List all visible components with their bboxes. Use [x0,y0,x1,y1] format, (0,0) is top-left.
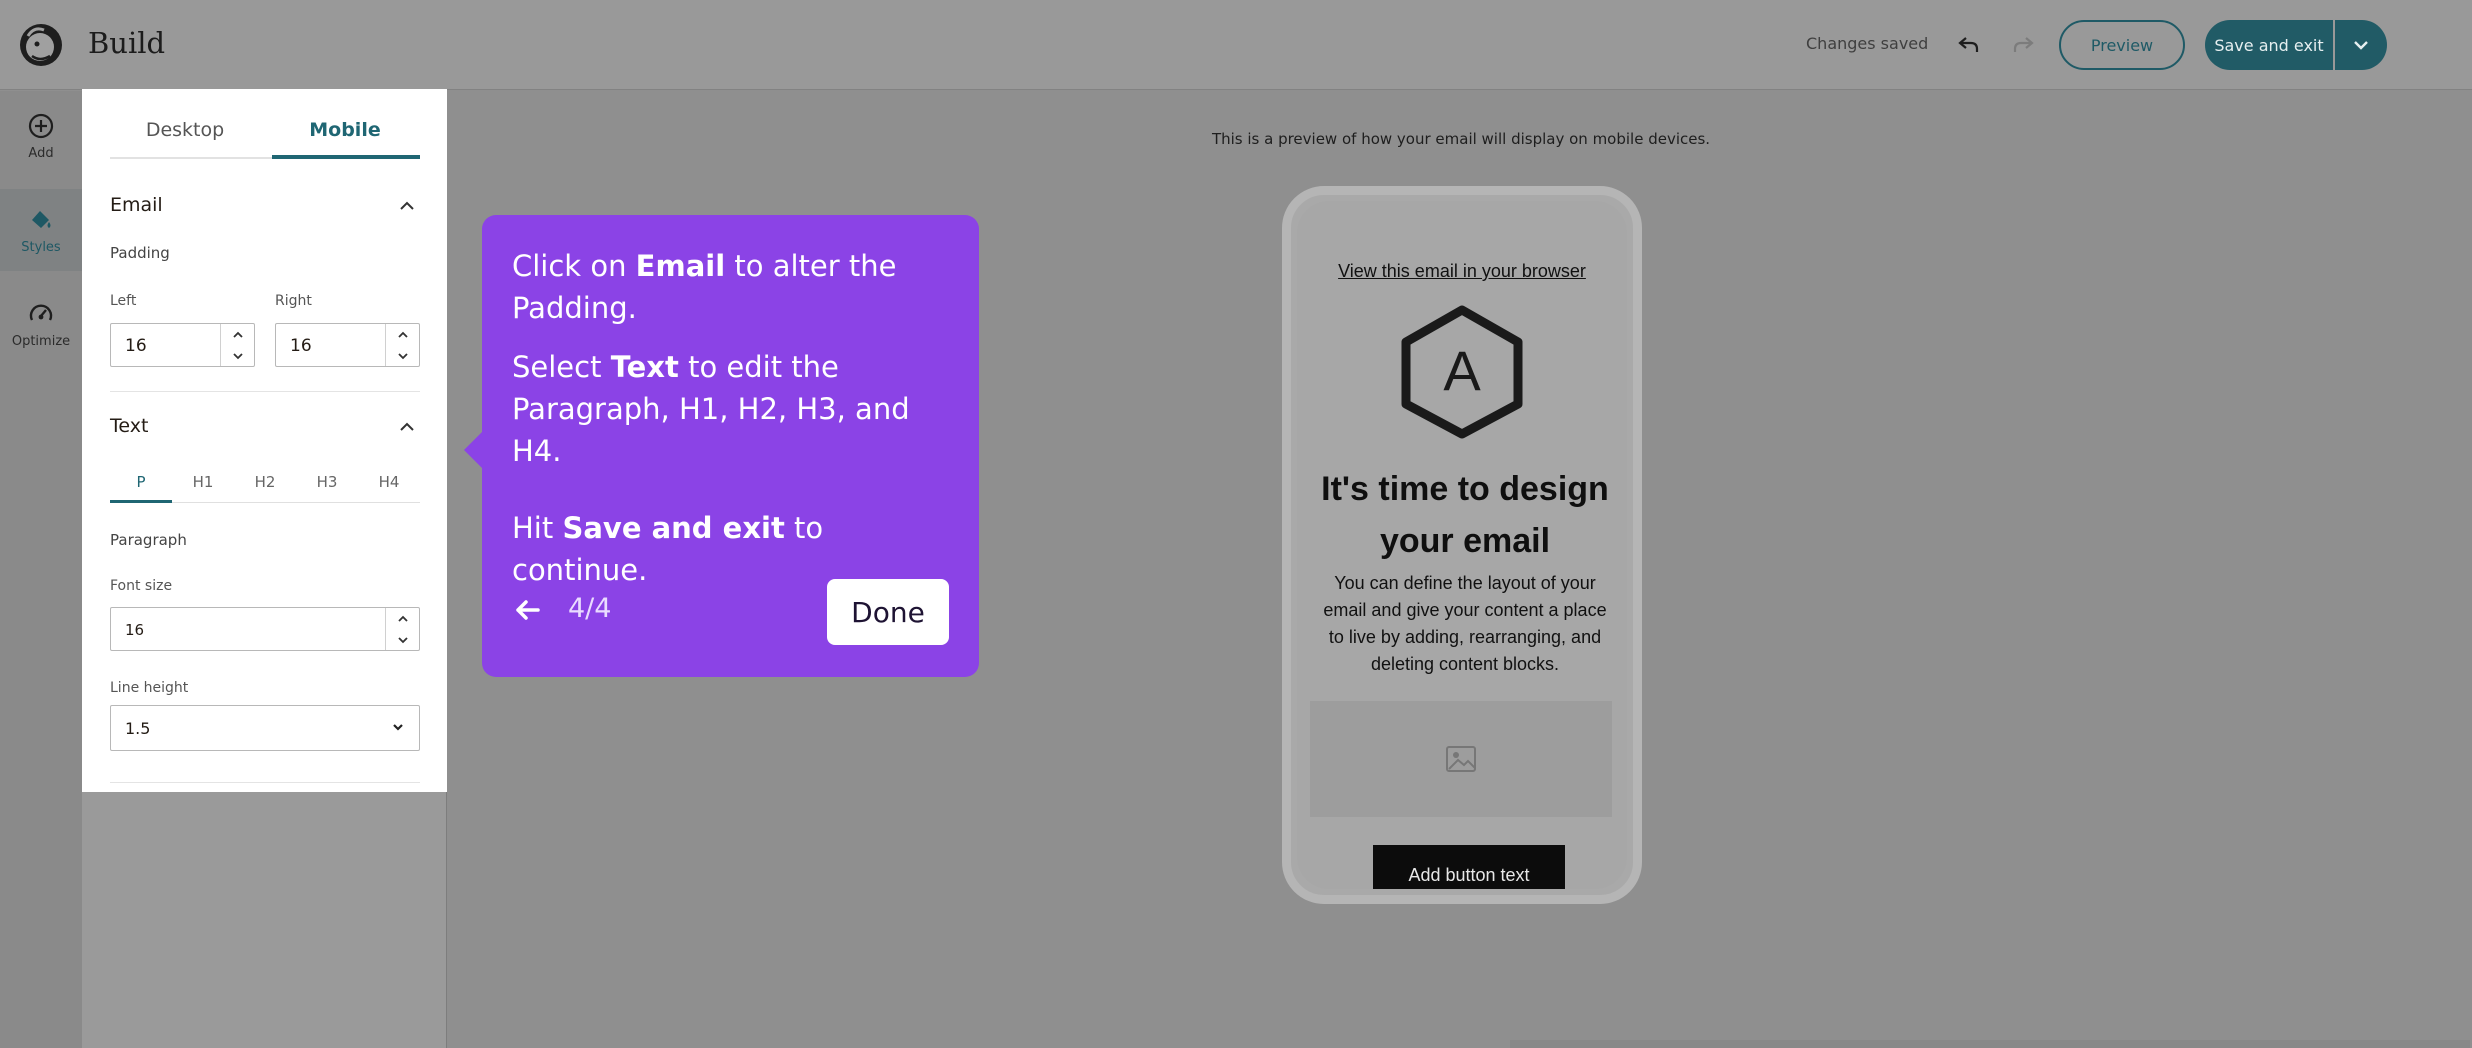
active-tab-indicator [272,155,420,159]
left-rail: Add Styles Optimize [0,91,82,1048]
padding-label: Padding [110,244,170,262]
image-placeholder[interactable] [1310,701,1612,817]
chevron-up-icon[interactable] [398,418,416,436]
font-size-value: 16 [125,621,145,639]
tooltip-step-counter: 4/4 [568,593,612,624]
tab-paragraph[interactable]: P [110,473,172,491]
left-padding-input[interactable]: 16 [110,323,255,367]
left-padding-label: Left [110,293,137,309]
onboarding-tooltip: Click on Email to alter the Padding. Sel… [464,215,979,677]
tab-h1[interactable]: H1 [172,473,234,491]
save-and-exit-button[interactable]: Save and exit [2205,20,2333,70]
email-heading[interactable]: It's time to design your email [1307,463,1623,567]
section-divider [110,782,420,783]
chevron-up-icon [233,331,243,338]
font-size-stepper [385,608,419,650]
font-size-input[interactable]: 16 [110,607,420,651]
redo-button[interactable] [2006,28,2040,62]
chevron-down-icon [398,636,408,643]
line-height-value: 1.5 [125,719,151,738]
tooltip-paragraph: Click on Email to alter the Padding. [512,249,897,325]
decrement-button[interactable] [386,629,420,650]
increment-button[interactable] [386,324,420,345]
tab-h4[interactable]: H4 [358,473,420,491]
paragraph-subhead: Paragraph [110,531,187,549]
left-padding-stepper [220,324,254,366]
preview-button[interactable]: Preview [2059,20,2185,70]
increment-button[interactable] [221,324,255,345]
tab-h3[interactable]: H3 [296,473,358,491]
right-padding-stepper [385,324,419,366]
top-bar: Build Changes saved Preview Save and exi… [0,0,2472,90]
tooltip-paragraph: Select Text to edit the Paragraph, H1, H… [512,350,910,468]
right-padding-label: Right [275,293,312,309]
tooltip-pointer [464,432,482,468]
section-divider [110,391,420,392]
increment-button[interactable] [386,608,420,629]
chevron-down-icon [2354,41,2368,50]
page-title: Build [88,26,166,60]
chevron-up-icon [398,615,408,622]
email-body-text[interactable]: You can define the layout of your email … [1315,570,1615,678]
styles-panel: Desktop Mobile Email Padding Left Right … [82,89,447,792]
redo-icon [2013,37,2034,52]
back-arrow-icon[interactable] [512,595,542,625]
chevron-down-icon [233,352,243,359]
chevron-down-icon [393,724,403,731]
tab-h2[interactable]: H2 [234,473,296,491]
undo-icon [1958,37,1979,52]
email-section-title[interactable]: Email [110,194,163,216]
view-in-browser-link[interactable]: View this email in your browser [1297,261,1627,282]
done-button[interactable]: Done [827,579,949,645]
email-preview: View this email in your browser A It's t… [1297,201,1627,889]
decrement-button[interactable] [386,345,420,366]
decrement-button[interactable] [221,345,255,366]
mailchimp-logo-icon[interactable] [18,22,64,68]
right-padding-value: 16 [290,336,312,356]
right-padding-input[interactable]: 16 [275,323,420,367]
rail-item-optimize[interactable]: Optimize [0,283,82,365]
bottom-edge [1510,1040,2470,1048]
text-section-title[interactable]: Text [110,415,148,437]
line-height-select[interactable]: 1.5 [110,705,420,751]
font-size-label: Font size [110,578,173,594]
chevron-up-icon [398,331,408,338]
chevron-down-icon [398,352,408,359]
hexagon-logo-icon[interactable]: A [1398,304,1526,440]
chevron-up-icon[interactable] [398,197,416,215]
active-text-tab-indicator [110,500,172,503]
rail-item-label: Styles [21,239,61,255]
gauge-icon [29,303,53,321]
email-cta-button[interactable]: Add button text [1373,845,1565,889]
left-padding-value: 16 [125,336,147,356]
preview-note: This is a preview of how your email will… [1211,130,1711,148]
paint-bucket-icon [32,210,51,228]
mobile-preview-frame: View this email in your browser A It's t… [1282,186,1642,904]
save-status-text: Changes saved [1806,34,1929,53]
image-icon [1446,746,1476,772]
undo-button[interactable] [1952,28,1986,62]
rail-item-styles[interactable]: Styles [0,189,82,271]
save-options-dropdown-button[interactable] [2335,20,2387,70]
rail-item-label: Optimize [11,333,71,349]
line-height-label: Line height [110,680,189,696]
logo-letter: A [1443,339,1481,402]
